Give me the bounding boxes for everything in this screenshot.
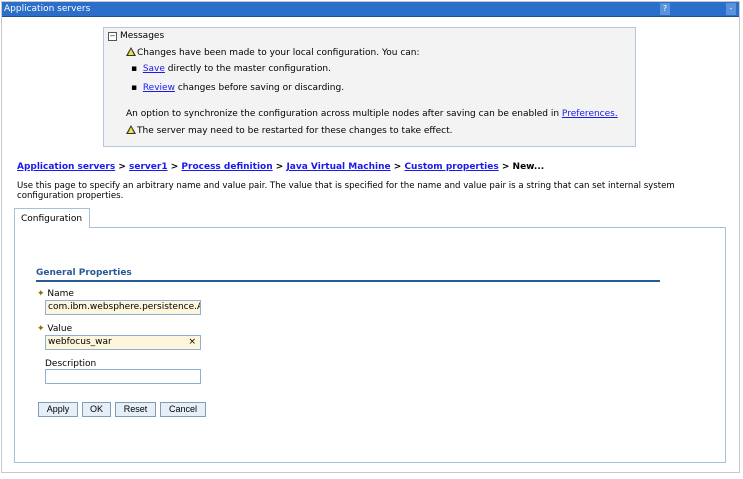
sync-text: An option to synchronize the configurati… — [126, 109, 562, 119]
value-text: webfocus_war — [48, 337, 112, 347]
changes-message: Changes have been made to your local con… — [137, 48, 420, 58]
help-icon[interactable]: ? — [660, 3, 670, 15]
minimize-icon[interactable]: - — [726, 3, 736, 15]
review-text: changes before saving or discarding. — [174, 83, 345, 93]
save-text: directly to the master configuration. — [164, 64, 331, 74]
warning-icon — [126, 47, 136, 56]
breadcrumb-custom-properties[interactable]: Custom properties — [404, 162, 498, 172]
restart-message: The server may need to be restarted for … — [137, 126, 453, 136]
breadcrumb-current: New... — [512, 162, 545, 172]
messages-box: − Messages Changes have been made to you… — [103, 27, 636, 147]
page-description-2: configuration properties. — [17, 191, 124, 201]
cancel-button[interactable]: Cancel — [160, 402, 206, 417]
page-description-1: Use this page to specify an arbitrary na… — [17, 181, 675, 191]
name-label: Name — [47, 289, 74, 299]
breadcrumb-separator: > — [167, 162, 182, 172]
warning-icon — [126, 125, 136, 134]
reset-button[interactable]: Reset — [115, 402, 156, 417]
messages-title: Messages — [120, 31, 165, 41]
required-icon: ✦ — [37, 324, 45, 334]
ok-button[interactable]: OK — [82, 402, 111, 417]
breadcrumb-application-servers[interactable]: Application servers — [17, 162, 115, 172]
breadcrumb-separator: > — [115, 162, 130, 172]
breadcrumb-server1[interactable]: server1 — [129, 162, 168, 172]
description-input[interactable] — [45, 369, 201, 384]
title-bar: Application servers ? - — [2, 2, 739, 17]
preferences-link[interactable]: Preferences. — [562, 109, 618, 119]
apply-button[interactable]: Apply — [38, 402, 78, 417]
breadcrumb-separator: > — [498, 162, 513, 172]
value-label: Value — [47, 324, 73, 334]
section-title: General Properties — [36, 268, 132, 278]
name-input[interactable]: com.ibm.websphere.persistence.A — [45, 300, 201, 315]
breadcrumb: Application servers > server1 > Process … — [17, 162, 544, 172]
save-link[interactable]: Save — [143, 64, 165, 74]
required-icon: ✦ — [37, 289, 45, 299]
breadcrumb-jvm[interactable]: Java Virtual Machine — [286, 162, 390, 172]
tab-configuration[interactable]: Configuration — [14, 208, 90, 228]
window-title: Application servers — [4, 4, 91, 14]
breadcrumb-process-definition[interactable]: Process definition — [181, 162, 272, 172]
breadcrumb-separator: > — [390, 162, 405, 172]
collapse-icon[interactable]: − — [108, 32, 117, 41]
section-divider — [36, 280, 660, 282]
clear-icon[interactable]: × — [188, 336, 196, 349]
breadcrumb-separator: > — [272, 162, 287, 172]
review-link[interactable]: Review — [143, 83, 175, 93]
value-input[interactable]: webfocus_war × — [45, 335, 201, 350]
description-label: Description — [45, 359, 97, 369]
